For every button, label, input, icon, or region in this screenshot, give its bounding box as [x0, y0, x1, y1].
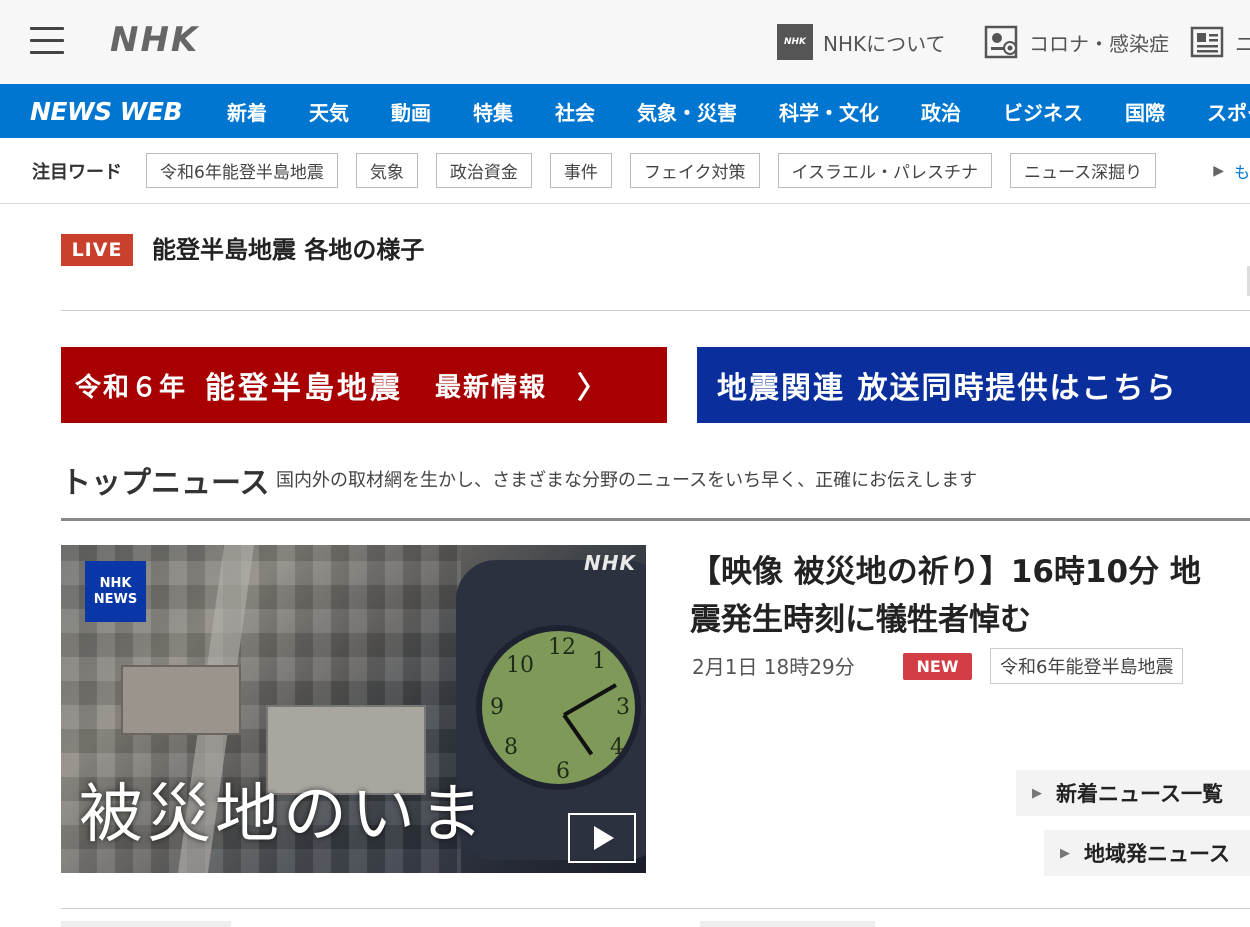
chevron-right-icon: 〉 [577, 371, 608, 406]
article-title[interactable]: 【映像 被災地の祈り】16時10分 地 震発生時刻に犠牲者悼む [690, 548, 1250, 644]
hero-video-thumbnail[interactable]: 12 3 6 9 1 4 8 10 NHK NHK NEWS 被災地のいま [61, 545, 646, 873]
trending-chip[interactable]: フェイク対策 [629, 153, 760, 188]
nhk-news-badge: NHK NEWS [85, 561, 146, 622]
header-link-label: コロナ・感染症 [1029, 31, 1169, 56]
nhk-logo[interactable]: NHK [110, 20, 199, 60]
header-link-corona[interactable]: コロナ・感染症 [983, 22, 1169, 62]
nav-item-sports[interactable]: スポーツ [1186, 97, 1250, 126]
nhk-icon: NHK [777, 24, 813, 60]
triangle-right-icon: ▶ [1032, 785, 1042, 801]
trending-chip[interactable]: 事件 [549, 153, 612, 188]
section-subtitle: 国内外の取材網を生かし、さまざまな分野のニュースをいち早く、正確にお伝えします [276, 470, 978, 491]
play-icon[interactable] [568, 813, 636, 863]
trending-chip[interactable]: 気象 [355, 153, 418, 188]
nav-item-international[interactable]: 国際 [1104, 97, 1186, 126]
nav-item-features[interactable]: 特集 [452, 97, 534, 126]
nav-item-weather[interactable]: 天気 [288, 97, 370, 126]
hero-caption: 被災地のいま [79, 778, 487, 852]
trending-chip[interactable]: ニュース深掘り [1010, 153, 1157, 188]
article-tag[interactable]: 令和6年能登半島地震 [990, 648, 1184, 684]
header-link-label: NHKについて [823, 31, 946, 56]
nav-item-new[interactable]: 新着 [206, 97, 288, 126]
divider [61, 518, 1250, 521]
triangle-right-icon: ▶ [1213, 163, 1224, 179]
news-icon [1189, 24, 1225, 60]
live-badge: LIVE [61, 234, 133, 266]
regional-news-link[interactable]: ▶ 地域発ニュース [1044, 830, 1250, 876]
trending-chip[interactable]: 令和6年能登半島地震 [146, 153, 338, 188]
nav-item-business[interactable]: ビジネス [982, 97, 1104, 126]
virus-icon [983, 24, 1019, 60]
divider [61, 310, 1250, 311]
news-web-logo[interactable]: NEWS WEB [30, 97, 183, 126]
trending-chip[interactable]: イスラエル・パレスチナ [777, 153, 992, 188]
nhk-watermark: NHK [584, 551, 636, 575]
menu-icon[interactable] [30, 27, 64, 55]
header-link-news[interactable]: ニ [1189, 22, 1250, 62]
live-title[interactable]: 能登半島地震 各地の様子 [152, 230, 424, 265]
trending-words: 注目ワード 令和6年能登半島地震 気象 政治資金 事件 フェイク対策 イスラエル… [0, 138, 1250, 204]
article-date: 2月1日 18時29分 [692, 655, 855, 679]
nav-item-video[interactable]: 動画 [370, 97, 452, 126]
header-link-about[interactable]: NHK NHKについて [777, 22, 946, 62]
section-title: トップニュース [61, 466, 270, 501]
triangle-right-icon: ▶ [1060, 845, 1070, 861]
main-nav: NEWS WEB 新着 天気 動画 特集 社会 気象・災害 科学・文化 政治 ビ… [0, 84, 1250, 138]
nav-item-science[interactable]: 科学・文化 [758, 97, 900, 126]
nav-item-disaster[interactable]: 気象・災害 [616, 97, 758, 126]
divider [61, 908, 1250, 909]
trending-more-link[interactable]: ▶ も [1213, 138, 1250, 203]
earthquake-latest-banner[interactable]: 令和６年 能登半島地震 最新情報 〉 [61, 347, 667, 423]
site-header: NHK NHK NHKについて コロナ・感染症 ニ [0, 0, 1250, 84]
new-badge: NEW [903, 653, 972, 680]
simulcast-banner[interactable]: 地震関連 放送同時提供はこちら [697, 347, 1250, 423]
nav-item-society[interactable]: 社会 [534, 97, 616, 126]
nav-item-politics[interactable]: 政治 [900, 97, 982, 126]
trending-label: 注目ワード [32, 161, 122, 183]
trending-chip[interactable]: 政治資金 [435, 153, 532, 188]
header-link-label: ニ [1235, 31, 1250, 56]
latest-news-list-link[interactable]: ▶ 新着ニュース一覧 [1016, 770, 1250, 816]
